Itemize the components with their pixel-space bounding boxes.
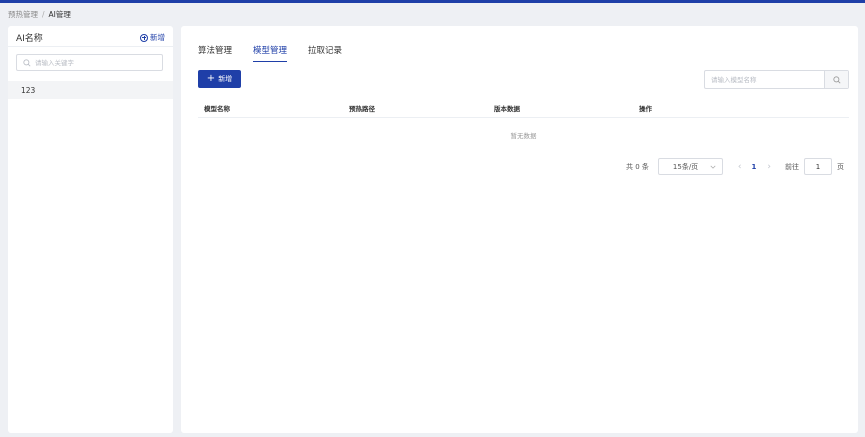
- tab-pull-records[interactable]: 拉取记录: [308, 44, 342, 62]
- add-ai-button[interactable]: 新增: [140, 32, 165, 43]
- empty-state-text: 暂无数据: [510, 132, 537, 140]
- plus-icon: +: [206, 72, 216, 84]
- goto-page-input[interactable]: [804, 158, 832, 175]
- column-header-warmup-path: 预热路径: [349, 105, 375, 113]
- breadcrumb-parent[interactable]: 预热管理: [8, 9, 38, 20]
- page-size-select[interactable]: 15条/页: [657, 158, 723, 175]
- total-count: 共 0 条: [626, 162, 649, 171]
- column-header-version-data: 版本数据: [494, 105, 520, 113]
- add-model-button[interactable]: + 新增: [198, 70, 241, 88]
- prev-page-button[interactable]: ‹: [738, 162, 742, 172]
- breadcrumb: 预热管理 / AI管理: [8, 9, 71, 20]
- next-page-button[interactable]: ›: [767, 162, 771, 172]
- main-panel: 算法管理 模型管理 拉取记录 + 新增 模型名称 预热路径 版本数据 操作 暂无…: [181, 26, 858, 433]
- top-accent-bar: [0, 0, 865, 3]
- goto-label: 前往: [785, 162, 799, 171]
- model-search-field: [704, 70, 849, 89]
- ai-search-field[interactable]: [16, 54, 163, 71]
- pagination: 共 0 条 15条/页 ‹ 1 › 前往 页: [626, 158, 844, 175]
- model-table: 模型名称 预热路径 版本数据 操作 暂无数据: [198, 97, 849, 140]
- page-size-value: 15条/页: [672, 162, 699, 171]
- tab-model-management[interactable]: 模型管理: [253, 44, 288, 62]
- breadcrumb-current: AI管理: [48, 10, 71, 19]
- add-circle-icon: [140, 33, 148, 42]
- breadcrumb-separator: /: [42, 10, 45, 19]
- column-header-model-name: 模型名称: [204, 105, 230, 113]
- chevron-down-icon: [710, 165, 716, 169]
- page-suffix-label: 页: [837, 162, 844, 171]
- ai-list-header: AI名称 新增: [8, 26, 173, 47]
- tab-algorithm-management[interactable]: 算法管理: [198, 44, 232, 62]
- model-search-input[interactable]: [705, 71, 825, 88]
- ai-list-panel: AI名称 新增 123: [8, 26, 173, 433]
- table-header: 模型名称 预热路径 版本数据 操作: [198, 97, 849, 118]
- ai-search-input[interactable]: [35, 58, 155, 67]
- ai-list-item[interactable]: 123: [8, 81, 173, 99]
- column-header-actions: 操作: [639, 105, 652, 113]
- ai-list-title: AI名称: [16, 34, 43, 44]
- page-number-current[interactable]: 1: [752, 163, 757, 171]
- search-icon: [832, 75, 840, 83]
- add-ai-label: 新增: [150, 33, 165, 42]
- add-model-label: 新增: [218, 75, 233, 83]
- model-search-button[interactable]: [824, 71, 848, 88]
- tab-bar: 算法管理 模型管理 拉取记录: [198, 44, 363, 62]
- search-icon: [23, 58, 31, 66]
